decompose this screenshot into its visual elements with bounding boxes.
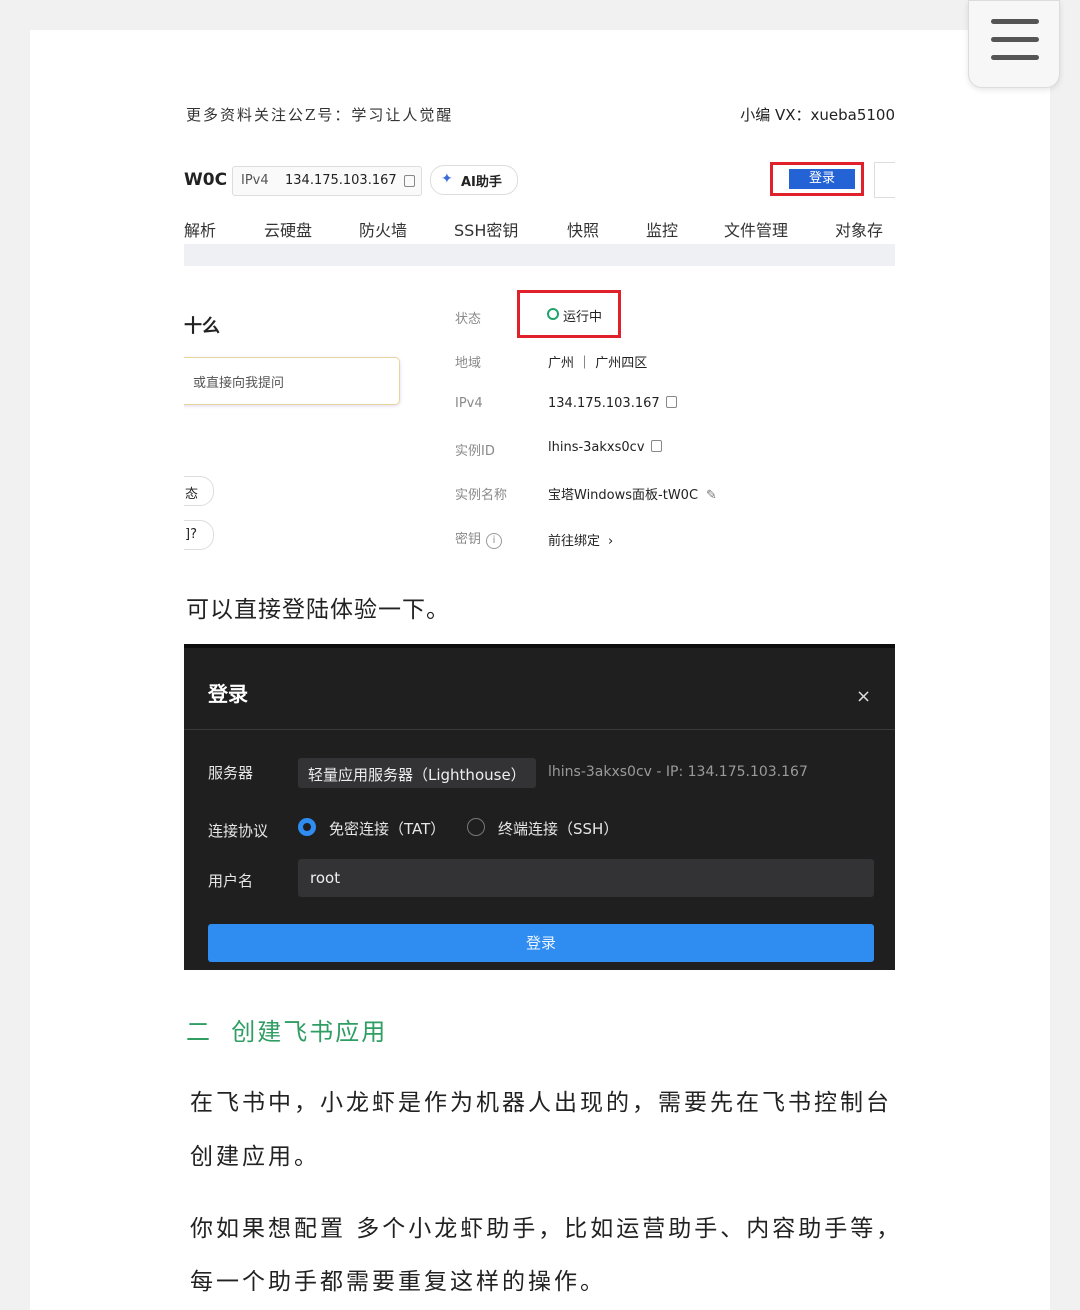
ai-icon: ✦ [441,171,453,187]
divider-band [184,244,895,266]
radio-ssh[interactable] [467,818,485,836]
status-value: 运行中 [563,310,603,325]
chevron-right-icon: › [608,534,614,549]
tab-monitor[interactable]: 监控 [646,217,678,241]
instance-id-value: lhins-3akxs0cv [548,440,662,455]
left-heading: 十么 [184,316,220,337]
radio-tat[interactable] [298,818,316,836]
tab-snapshot[interactable]: 快照 [567,217,599,241]
console-tabs: 解析 云硬盘 防火墙 SSH密钥 快照 监控 文件管理 对象存储 [184,217,895,264]
copy-icon[interactable] [665,396,677,408]
close-icon[interactable]: × [856,686,871,707]
detail-label: 密钥 i [455,528,503,549]
console-login-button[interactable]: 登录 [789,169,855,189]
ai-assistant-button[interactable]: ✦ AI助手 [430,165,518,195]
login-highlight: 登录 [770,162,864,196]
dialog-title: 登录 [208,682,248,706]
username-label: 用户名 [208,872,254,890]
article-text: 可以直接登陆体验一下。 [186,597,450,623]
menu-button[interactable] [968,0,1060,88]
suggestion-chip[interactable]: ]? [184,520,214,550]
protocol-option-tat[interactable]: 免密连接（TAT） [329,818,445,839]
tab-ssh-key[interactable]: SSH密钥 [454,217,518,241]
suggestion-chip[interactable]: 态 [184,476,214,506]
more-button[interactable] [874,162,895,198]
detail-label: 地域 [455,356,482,371]
login-dialog: 登录 × 服务器 轻量应用服务器（Lighthouse） lhins-3akxs… [184,644,895,970]
server-type-tag: 轻量应用服务器（Lighthouse） [298,758,536,788]
instance-name: W0C [184,170,228,190]
server-label: 服务器 [208,764,254,782]
menu-icon [991,55,1039,60]
paragraph-line: 每一个助手都需要重复这样的操作。 [190,1269,606,1295]
status-dot-icon [547,308,559,320]
detail-label: 状态 [455,312,482,327]
edit-pencil-icon[interactable]: ✎ [706,488,717,503]
ipv4-detail-value: 134.175.103.167 [548,396,677,411]
header-right-text: 小编 VX：xueba5100 [740,106,895,124]
console-screenshot: W0C IPv4 134.175.103.167 ✦ AI助手 登录 解析 云硬… [184,160,895,570]
ipv4-value: 134.175.103.167 [285,173,397,188]
copy-icon[interactable] [404,175,415,187]
info-icon: i [486,533,503,549]
region-value: 广州 ｜ 广州四区 [548,356,648,371]
bind-key-link[interactable]: 前往绑定 › [548,530,613,549]
header-left-text: 更多资料关注公Z号：学习让人觉醒 [186,106,454,124]
status-highlight: 运行中 [517,290,621,338]
menu-icon [991,37,1039,42]
server-info: lhins-3akxs0cv - IP: 134.175.103.167 [548,764,808,780]
protocol-option-ssh[interactable]: 终端连接（SSH） [498,818,618,839]
login-submit-button[interactable]: 登录 [208,924,874,962]
username-input[interactable]: root [298,859,874,897]
paragraph-line: 创建应用。 [190,1144,320,1170]
tab-dns[interactable]: 解析 [184,217,216,241]
dialog-divider [184,729,895,730]
copy-icon[interactable] [650,440,662,452]
tab-file-manager[interactable]: 文件管理 [724,217,788,241]
instance-name-value: 宝塔Windows面板-tW0C ✎ [548,488,717,503]
protocol-label: 连接协议 [208,822,269,840]
section-heading: 二 创建飞书应用 [186,1018,388,1046]
detail-label: 实例ID [455,444,495,459]
tab-firewall[interactable]: 防火墙 [359,217,407,241]
ask-input[interactable]: 或直接向我提问 [184,357,400,405]
paragraph-line: 在飞书中，小龙虾是作为机器人出现的，需要先在飞书控制台 [190,1090,892,1116]
tab-disk[interactable]: 云硬盘 [264,217,312,241]
ipv4-tag: IPv4 134.175.103.167 [232,166,422,196]
detail-label: 实例名称 [455,488,508,503]
paragraph-line: 你如果想配置 多个小龙虾助手，比如运营助手、内容助手等， [190,1216,903,1242]
detail-label: IPv4 [455,396,483,411]
menu-icon [991,19,1039,24]
